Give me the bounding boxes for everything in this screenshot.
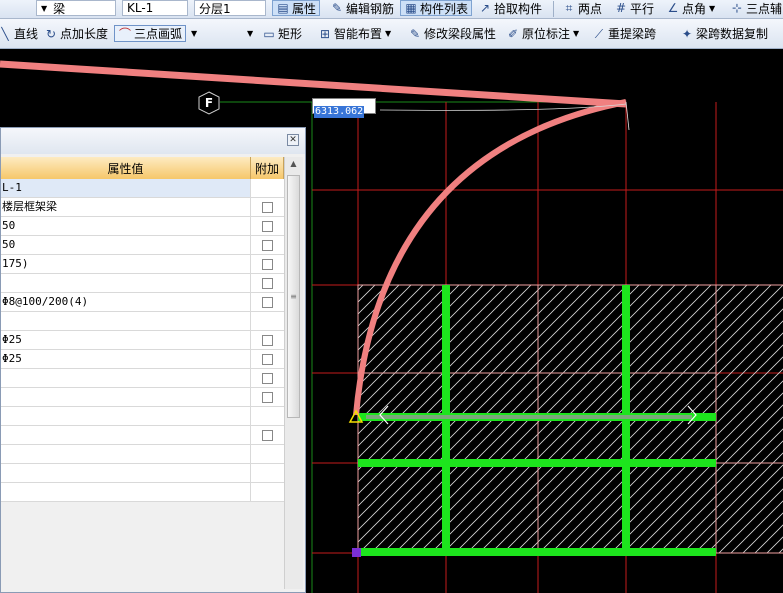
dropdown-arrow-icon: ▼ (247, 29, 254, 38)
in-situ-annotation-button[interactable]: ✐ 原位标注 ▼ (506, 25, 579, 42)
smart-layout-icon: ⊞ (319, 26, 331, 41)
table-row[interactable] (1, 369, 284, 388)
edit-rebar-button[interactable]: ✎ 编辑钢筋 (330, 0, 394, 16)
table-row[interactable] (1, 407, 284, 426)
span-icon: ⟋ (594, 26, 604, 41)
dropdown-arrow-icon: ▼ (41, 3, 48, 13)
table-row[interactable]: Φ25 (1, 350, 284, 369)
attach-checkbox[interactable] (262, 239, 273, 251)
attach-checkbox[interactable] (262, 334, 273, 346)
table-row[interactable] (1, 464, 284, 483)
close-icon[interactable]: ✕ (287, 134, 299, 146)
table-row[interactable]: 楼层框架梁 (1, 198, 284, 217)
copy-span-data-button[interactable]: ✦ 梁跨数据复制 (680, 25, 768, 42)
point-angle-icon: ∠ (667, 1, 679, 15)
selected-beam[interactable] (366, 415, 692, 419)
floor-dropdown[interactable]: 分层1 (194, 0, 266, 16)
table-row[interactable]: 50 (1, 217, 284, 236)
scrollbar-thumb[interactable]: ≡ (287, 175, 300, 418)
attach-checkbox[interactable] (262, 372, 273, 384)
attach-checkbox[interactable] (262, 201, 273, 213)
arc-options-dropdown[interactable]: ▼ (188, 25, 197, 42)
parallel-button[interactable]: # 平行 (614, 0, 654, 16)
draw-toolbar: ╲ 直线 ↻ 点加长度 ⌒ 三点画弧 ▼ ▼ ▭ 矩形 ⊞ 智能布置 ▼ ✎ 修改梁段属性 ✐… (0, 19, 783, 49)
attach-checkbox[interactable] (262, 353, 273, 365)
table-row[interactable] (1, 483, 284, 502)
table-row[interactable] (1, 388, 284, 407)
column-header-attach: 附加 (251, 157, 284, 179)
properties-scrollbar[interactable]: ▲ ≡ (284, 157, 303, 589)
properties-icon: ▤ (277, 1, 289, 15)
dropdown-arrow-icon: ▼ (709, 3, 716, 13)
re-extract-span-button[interactable]: ⟋ 重提梁跨 (592, 25, 656, 42)
table-row[interactable]: 50 (1, 236, 284, 255)
parallel-icon: # (615, 1, 627, 15)
table-row[interactable]: Φ8@100/200(4) (1, 293, 284, 312)
scroll-up-icon[interactable]: ▲ (287, 159, 300, 171)
brush-icon: ✦ (681, 26, 693, 41)
rectangle-button[interactable]: ▭ 矩形 (262, 25, 302, 42)
point-length-icon: ↻ (45, 26, 57, 41)
dropdown-arrow-icon: ▼ (191, 29, 198, 38)
line-icon: ╲ (1, 26, 9, 41)
rectangle-icon: ▭ (263, 26, 275, 41)
element-list-button[interactable]: ▦ 构件列表 (400, 0, 473, 16)
pick-icon: ↗ (479, 1, 491, 15)
pick-element-button[interactable]: ↗ 拾取构件 (478, 0, 542, 16)
edit-rebar-icon: ✎ (331, 1, 343, 15)
dropdown-arrow-icon: ▼ (385, 29, 392, 38)
attach-checkbox[interactable] (262, 296, 273, 308)
arc-icon: ⌒ (118, 26, 131, 41)
element-type-dropdown[interactable]: ▼ 梁 (36, 0, 116, 16)
table-row[interactable]: 175) (1, 255, 284, 274)
snap-square-icon (352, 548, 361, 557)
attach-checkbox[interactable] (262, 220, 273, 232)
line-button[interactable]: ╲ 直线 (0, 25, 38, 42)
toolbar-separator (553, 1, 554, 17)
smart-layout-button[interactable]: ⊞ 智能布置 ▼ (318, 25, 391, 42)
three-point-aux-button[interactable]: ⊹ 三点辅 (730, 0, 782, 16)
properties-button[interactable]: ▤ 属性 (272, 0, 321, 16)
modify-icon: ✎ (409, 26, 421, 41)
table-row[interactable] (1, 274, 284, 293)
coordinate-input[interactable]: 6313.062 (312, 98, 376, 118)
column-header-value: 属性值 (1, 157, 251, 179)
properties-table-body: L-1 楼层框架梁 50 50 175) Φ8@100/200(4) Φ25 Φ… (1, 179, 284, 502)
table-row[interactable]: L-1 (1, 179, 284, 198)
table-row[interactable] (1, 312, 284, 331)
main-toolbar: ▼ 梁 KL-1 分层1 ▤ 属性 ✎ 编辑钢筋 ▦ 构件列表 ↗ 拾取构件 ⌗ 两点 # 平… (0, 0, 783, 19)
properties-panel: ✕ 属性值 附加 L-1 楼层框架梁 50 50 175) Φ8@100/200… (0, 127, 306, 593)
attach-checkbox[interactable] (262, 277, 273, 289)
element-name-dropdown[interactable]: KL-1 (122, 0, 188, 16)
axis-label-f: F (197, 91, 221, 115)
two-points-icon: ⌗ (565, 1, 573, 15)
annotation-icon: ✐ (507, 26, 519, 41)
attach-checkbox[interactable] (262, 258, 273, 270)
three-point-aux-icon: ⊹ (731, 1, 743, 15)
point-plus-length-button[interactable]: ↻ 点加长度 (44, 25, 108, 42)
table-row[interactable] (1, 445, 284, 464)
attach-checkbox[interactable] (262, 429, 273, 441)
properties-table-header: 属性值 附加 (1, 157, 284, 179)
attach-checkbox[interactable] (262, 391, 273, 403)
point-angle-button[interactable]: ∠ 点角 ▼ (666, 0, 716, 16)
table-row[interactable]: Φ25 (1, 331, 284, 350)
list-icon: ▦ (405, 1, 417, 15)
dropdown-arrow-icon: ▼ (573, 29, 580, 38)
table-row[interactable] (1, 426, 284, 445)
properties-panel-titlebar[interactable] (1, 128, 305, 154)
line-options-dropdown[interactable]: ▼ (244, 25, 253, 42)
two-points-button[interactable]: ⌗ 两点 (562, 0, 602, 16)
modify-beam-segment-button[interactable]: ✎ 修改梁段属性 (408, 25, 496, 42)
three-point-arc-button[interactable]: ⌒ 三点画弧 (114, 25, 187, 42)
